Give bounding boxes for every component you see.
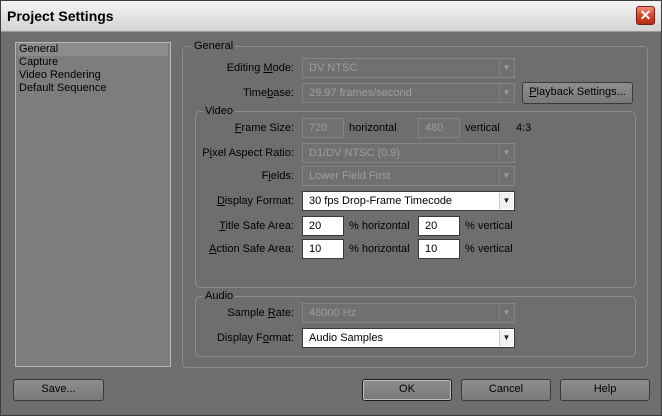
action-safe-label: Action Safe Area: — [208, 243, 294, 255]
title-safe-horizontal-input[interactable]: 20 — [302, 216, 344, 236]
chevron-down-icon: ▼ — [499, 330, 513, 346]
audio-display-format-value: Audio Samples — [309, 332, 383, 344]
chevron-down-icon: ▼ — [499, 60, 513, 76]
timebase-label: Timebase: — [243, 87, 294, 99]
sample-rate-select[interactable]: 48000 Hz ▼ — [302, 303, 515, 323]
ok-button[interactable]: OK — [362, 379, 452, 401]
pixel-aspect-value: D1/DV NTSC (0.9) — [309, 147, 401, 159]
dialog-body: General Capture Video Rendering Default … — [1, 32, 661, 415]
close-button[interactable]: ✕ — [636, 6, 655, 25]
audio-display-format-select[interactable]: Audio Samples ▼ — [302, 328, 515, 348]
video-group-title: Video — [203, 105, 235, 118]
pixel-aspect-select[interactable]: D1/DV NTSC (0.9) ▼ — [302, 143, 515, 163]
video-display-format-value: 30 fps Drop-Frame Timecode — [309, 195, 453, 207]
title-bar[interactable]: Project Settings ✕ — [1, 1, 661, 32]
fields-select[interactable]: Lower Field First ▼ — [302, 166, 515, 186]
frame-vertical-label: vertical — [465, 122, 500, 134]
frame-size-label: Frame Size: — [234, 122, 294, 134]
audio-group-title: Audio — [203, 290, 236, 303]
project-settings-dialog: Project Settings ✕ General Capture Video… — [0, 0, 662, 416]
fields-value: Lower Field First — [309, 170, 391, 182]
action-safe-horizontal-input[interactable]: 10 — [302, 239, 344, 259]
frame-height-input[interactable]: 480 — [418, 118, 460, 138]
title-safe-label: Title Safe Area: — [219, 220, 294, 232]
sample-rate-value: 48000 Hz — [309, 307, 357, 319]
category-item-general[interactable]: General — [18, 43, 168, 56]
chevron-down-icon: ▼ — [499, 168, 513, 184]
frame-width-input[interactable]: 720 — [302, 118, 344, 138]
frame-aspect-label: 4:3 — [516, 122, 532, 134]
pixel-aspect-label: Pixel Aspect Ratio: — [202, 147, 294, 159]
settings-category-list[interactable]: General Capture Video Rendering Default … — [15, 42, 171, 367]
action-safe-horizontal-label: % horizontal — [349, 243, 410, 255]
chevron-down-icon: ▼ — [499, 193, 513, 209]
category-item-capture[interactable]: Capture — [18, 56, 168, 69]
title-safe-horizontal-label: % horizontal — [349, 220, 410, 232]
action-safe-vertical-label: % vertical — [465, 243, 513, 255]
fields-label: Fields: — [261, 170, 294, 182]
save-button[interactable]: Save... — [13, 379, 104, 401]
editing-mode-label: Editing Mode: — [226, 62, 294, 74]
title-safe-vertical-label: % vertical — [465, 220, 513, 232]
video-display-format-label: Display Format: — [216, 195, 294, 207]
sample-rate-label: Sample Rate: — [227, 307, 294, 319]
general-group-title: General — [192, 40, 236, 53]
category-item-video-rendering[interactable]: Video Rendering — [18, 69, 168, 82]
video-display-format-select[interactable]: 30 fps Drop-Frame Timecode ▼ — [302, 191, 515, 211]
category-item-default-sequence[interactable]: Default Sequence — [18, 82, 168, 95]
frame-horizontal-label: horizontal — [349, 122, 397, 134]
chevron-down-icon: ▼ — [499, 145, 513, 161]
playback-settings-button[interactable]: Playback Settings... — [522, 82, 633, 104]
help-button[interactable]: Help — [560, 379, 650, 401]
audio-display-format-label: Display Format: — [216, 332, 294, 344]
editing-mode-select[interactable]: DV NTSC ▼ — [302, 58, 515, 78]
action-safe-vertical-input[interactable]: 10 — [418, 239, 460, 259]
title-safe-vertical-input[interactable]: 20 — [418, 216, 460, 236]
timebase-value: 29.97 frames/second — [309, 87, 412, 99]
dialog-title: Project Settings — [7, 8, 114, 24]
cancel-button[interactable]: Cancel — [461, 379, 551, 401]
timebase-select[interactable]: 29.97 frames/second ▼ — [302, 83, 515, 103]
chevron-down-icon: ▼ — [499, 85, 513, 101]
close-icon: ✕ — [639, 7, 652, 23]
editing-mode-value: DV NTSC — [309, 62, 358, 74]
chevron-down-icon: ▼ — [499, 305, 513, 321]
